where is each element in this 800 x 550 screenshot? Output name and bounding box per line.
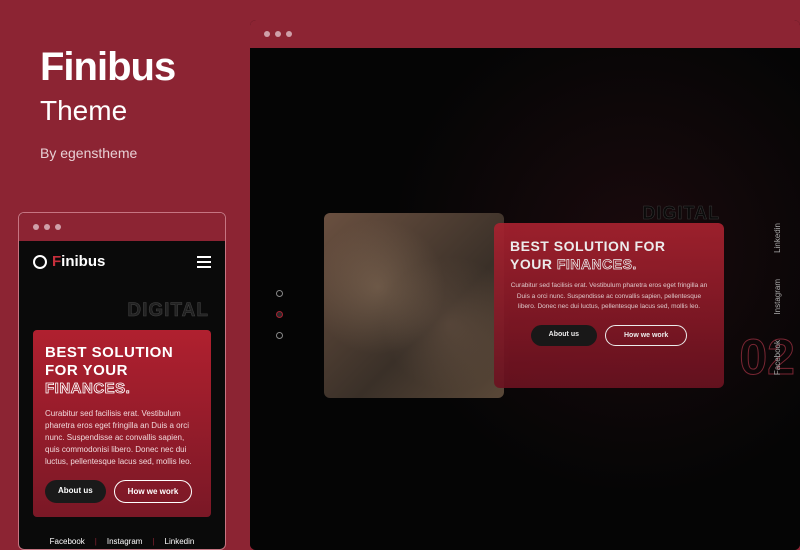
hero-title: BEST SOLUTION FOR YOUR FINANCES. — [45, 344, 199, 398]
facebook-link[interactable]: Facebook — [773, 340, 782, 375]
mobile-preview-frame: Finibus DIGITAL BEST SOLUTION FOR YOUR F… — [18, 212, 226, 550]
linkedin-link[interactable]: Linkedin — [773, 223, 782, 253]
window-dot-icon — [286, 31, 292, 37]
window-dot-icon — [55, 224, 61, 230]
mobile-social-links: Facebook | Instagram | Linkedin — [33, 537, 211, 546]
separator-icon: | — [95, 537, 97, 546]
window-dot-icon — [264, 31, 270, 37]
logo-icon — [33, 255, 47, 269]
hero-description: Curabitur sed facilisis erat. Vestibulum… — [45, 408, 199, 468]
about-us-button[interactable]: About us — [45, 480, 106, 503]
theme-title: Finibus — [40, 45, 175, 90]
background-text-digital: DIGITAL — [33, 300, 211, 322]
desktop-hero-buttons: About us How we work — [510, 325, 708, 346]
hero-description: Curabitur sed facilisis erat. Vestibulum… — [510, 281, 708, 312]
logo-text: Finibus — [52, 253, 105, 270]
hero-title: BEST SOLUTION FOR YOUR FINANCES. — [510, 237, 708, 273]
theme-author: By egenstheme — [40, 145, 175, 161]
mobile-content: Finibus DIGITAL BEST SOLUTION FOR YOUR F… — [19, 241, 225, 549]
linkedin-link[interactable]: Linkedin — [165, 537, 195, 546]
about-us-button[interactable]: About us — [531, 325, 597, 346]
pagination-dot-active[interactable] — [276, 311, 283, 318]
instagram-link[interactable]: Instagram — [773, 279, 782, 315]
how-we-work-button[interactable]: How we work — [114, 480, 193, 503]
pagination-dot[interactable] — [276, 332, 283, 339]
theme-subtitle: Theme — [40, 95, 175, 127]
window-dot-icon — [33, 224, 39, 230]
mobile-window-topbar — [19, 213, 225, 241]
logo[interactable]: Finibus — [33, 253, 105, 270]
desktop-content: DIGITAL 02 BEST SOLUTION FOR YOUR FINANC… — [250, 48, 800, 550]
instagram-link[interactable]: Instagram — [107, 537, 143, 546]
hero-image — [324, 213, 504, 398]
hamburger-menu-icon[interactable] — [197, 256, 211, 268]
mobile-hero-card: BEST SOLUTION FOR YOUR FINANCES. Curabit… — [33, 330, 211, 517]
desktop-hero: BEST SOLUTION FOR YOUR FINANCES. Curabit… — [324, 213, 724, 398]
mobile-navbar: Finibus — [33, 253, 211, 270]
mobile-hero-buttons: About us How we work — [45, 480, 199, 503]
how-we-work-button[interactable]: How we work — [605, 325, 687, 346]
theme-header: Finibus Theme By egenstheme — [40, 45, 175, 161]
side-social-links: Linkedin Instagram Facebook — [773, 223, 782, 376]
pagination-dot[interactable] — [276, 290, 283, 297]
separator-icon: | — [152, 537, 154, 546]
facebook-link[interactable]: Facebook — [50, 537, 85, 546]
slider-pagination — [276, 290, 283, 339]
desktop-hero-card: BEST SOLUTION FOR YOUR FINANCES. Curabit… — [494, 223, 724, 388]
window-dot-icon — [44, 224, 50, 230]
desktop-preview-frame: DIGITAL 02 BEST SOLUTION FOR YOUR FINANC… — [250, 20, 800, 550]
window-dot-icon — [275, 31, 281, 37]
desktop-window-topbar — [250, 20, 800, 48]
background-slide-number: 02 — [739, 328, 795, 386]
